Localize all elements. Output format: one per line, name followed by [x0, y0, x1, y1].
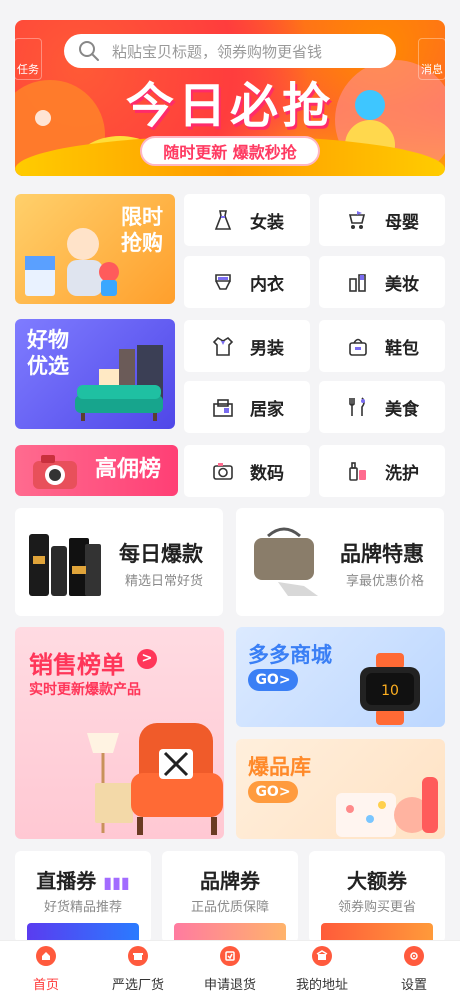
dress-icon: [212, 209, 234, 231]
big-coupon-card[interactable]: 大额券 领券购买更省: [309, 851, 445, 943]
category-label: 数码: [250, 463, 284, 484]
smartwatch-image: 10: [360, 653, 420, 725]
hot-products-go-button[interactable]: GO>: [248, 781, 298, 803]
message-button[interactable]: 消息: [418, 38, 446, 80]
brand-coupon-card[interactable]: 品牌券 正品优质保障: [162, 851, 298, 943]
hot-products-card[interactable]: 爆品库 GO>: [236, 739, 445, 839]
handbag-product-image: [254, 527, 318, 596]
good-picks-card[interactable]: 好物 优选: [15, 319, 175, 429]
brand-deals-subtitle: 享最优惠价格: [345, 574, 424, 589]
brand-deals-title: 品牌特惠: [340, 542, 424, 566]
task-button[interactable]: 任务: [14, 38, 42, 80]
duoduo-go-button[interactable]: GO>: [248, 669, 298, 691]
category-personal-care[interactable]: 洗护: [319, 445, 445, 497]
category-mother-baby[interactable]: 母婴: [319, 194, 445, 246]
category-label: 内衣: [250, 274, 284, 295]
live-coupon-title: 直播券 ▮▮▮: [36, 869, 130, 893]
tab-settings[interactable]: 设置: [368, 941, 460, 996]
shirt-icon: [212, 335, 234, 357]
category-label: 母婴: [385, 212, 419, 233]
kids-products-image: [336, 777, 438, 837]
category-label: 洗护: [385, 463, 419, 484]
live-bars-icon: ▮▮▮: [103, 873, 130, 892]
camera-product-image: [33, 455, 77, 489]
settings-tab-icon: [404, 946, 424, 966]
armchair-image: [87, 723, 223, 835]
address-tab-icon: [312, 946, 332, 966]
tab-home[interactable]: 首页: [0, 941, 92, 996]
skincare-product-image: [29, 534, 101, 596]
baby-product-image: [25, 228, 119, 296]
sales-ranking-title: 销售榜单: [29, 651, 125, 679]
cosmetics-icon: [347, 271, 369, 293]
brand-coupon-subtitle: 正品优质保障: [190, 900, 269, 915]
good-picks-title: 好物 优选: [27, 328, 69, 378]
utensils-icon: [347, 396, 369, 418]
limited-sale-title: 限时 抢购: [121, 205, 163, 255]
search-input[interactable]: 粘贴宝贝标题，领券购物更省钱: [64, 34, 396, 68]
tab-label: 严选厂货: [111, 978, 164, 993]
category-digital[interactable]: 数码: [184, 445, 310, 497]
category-women-clothing[interactable]: 女装: [184, 194, 310, 246]
tab-label: 首页: [32, 978, 59, 993]
bottles-icon: [347, 460, 369, 482]
category-shoes-bags[interactable]: 鞋包: [319, 320, 445, 372]
category-home[interactable]: 居家: [184, 381, 310, 433]
category-label: 美食: [385, 399, 419, 420]
tab-return-request[interactable]: 申请退货: [184, 941, 276, 996]
underwear-icon: [212, 271, 234, 293]
high-commission-title: 高佣榜: [95, 457, 162, 482]
tab-label: 设置: [400, 978, 427, 993]
stroller-icon: [347, 209, 369, 231]
search-icon: [78, 40, 100, 62]
return-tab-icon: [220, 946, 240, 966]
category-label: 居家: [250, 399, 284, 420]
live-coupon-subtitle: 好货精品推荐: [43, 900, 122, 915]
tab-my-address[interactable]: 我的地址: [276, 941, 368, 996]
category-label: 女装: [250, 212, 284, 233]
tab-label: 我的地址: [295, 978, 348, 993]
hot-products-title: 爆品库: [248, 755, 311, 779]
daily-hot-title: 每日爆款: [119, 542, 203, 566]
sales-ranking-card[interactable]: 销售榜单 > 实时更新爆款产品: [15, 627, 224, 839]
tab-factory-goods[interactable]: 严选厂货: [92, 941, 184, 996]
banner-title: 今日必抢: [125, 78, 334, 134]
sales-ranking-subtitle: 实时更新爆款产品: [29, 682, 141, 698]
big-coupon-title: 大额券: [347, 869, 407, 893]
arrow-right-icon: >: [137, 649, 157, 669]
limited-sale-card[interactable]: 限时 抢购: [15, 194, 175, 304]
category-cosmetics[interactable]: 美妆: [319, 256, 445, 308]
category-label: 美妆: [385, 274, 419, 295]
camera-icon: [212, 460, 234, 482]
bottom-tab-bar: 首页 严选厂货 申请退货 我的地址 设置: [0, 940, 460, 996]
brand-coupon-title: 品牌券: [200, 869, 260, 893]
tab-label: 申请退货: [203, 978, 256, 993]
furniture-image: [75, 345, 163, 421]
category-label: 男装: [250, 338, 284, 359]
duoduo-mall-card[interactable]: 多多商城 GO> 10: [236, 627, 445, 727]
high-commission-card[interactable]: 高佣榜: [15, 445, 178, 496]
search-placeholder: 粘贴宝贝标题，领券购物更省钱: [112, 42, 323, 61]
daily-hot-subtitle: 精选日常好货: [124, 574, 203, 589]
big-coupon-subtitle: 领券购买更省: [337, 900, 416, 915]
category-food[interactable]: 美食: [319, 381, 445, 433]
bag-icon: [347, 335, 369, 357]
svg-text:10: 10: [381, 683, 399, 699]
gift-tab-icon: [128, 946, 148, 966]
live-coupon-card[interactable]: 直播券 ▮▮▮ 好货精品推荐: [15, 851, 151, 943]
home-tab-icon: [36, 946, 56, 966]
daily-hot-card[interactable]: 每日爆款 精选日常好货: [15, 508, 223, 616]
category-men-clothing[interactable]: 男装: [184, 320, 310, 372]
category-underwear[interactable]: 内衣: [184, 256, 310, 308]
banner-pill: 随时更新 爆款秒抢: [140, 136, 320, 166]
home-icon: [212, 396, 234, 418]
duoduo-mall-title: 多多商城: [248, 643, 332, 667]
brand-deals-card[interactable]: 品牌特惠 享最优惠价格: [236, 508, 444, 616]
category-label: 鞋包: [385, 338, 419, 359]
